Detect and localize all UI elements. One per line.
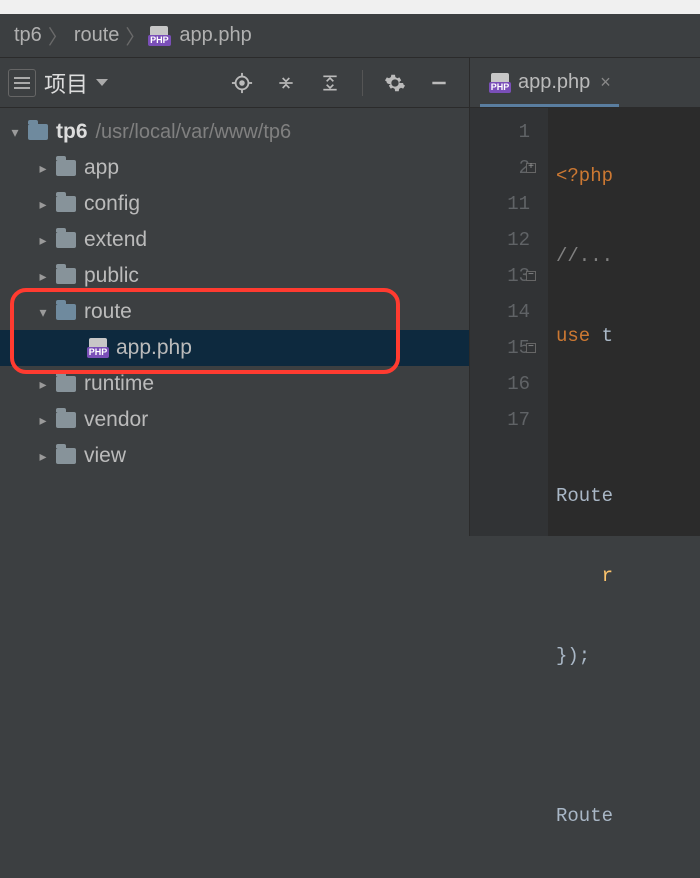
code-token: Route — [556, 805, 613, 827]
editor-tab-filename: app.php — [518, 71, 590, 94]
editor-gutter: 1 2+ 11 12 13− 14 15− 16 17 — [470, 108, 548, 536]
tree-item-label: config — [84, 192, 140, 216]
folder-icon — [28, 124, 48, 140]
main-area: ▾ tp6 /usr/local/var/www/tp6 ▸ app ▸ con… — [0, 108, 700, 536]
folder-icon — [56, 268, 76, 284]
tree-item-route[interactable]: ▾ route — [0, 294, 469, 330]
tree-item-view[interactable]: ▸ view — [0, 438, 469, 474]
tree-item-extend[interactable]: ▸ extend — [0, 222, 469, 258]
tree-item-label: vendor — [84, 408, 148, 432]
chevron-right-icon[interactable]: ▸ — [34, 268, 52, 285]
line-number: 12 — [470, 222, 530, 258]
chevron-down-icon[interactable]: ▾ — [34, 304, 52, 321]
tree-item-app[interactable]: ▸ app — [0, 150, 469, 186]
tree-item-label: public — [84, 264, 139, 288]
folder-icon — [56, 304, 76, 320]
window-titlebar — [0, 0, 700, 14]
line-number: 14 — [470, 294, 530, 330]
chevron-right-icon[interactable]: ▸ — [34, 448, 52, 465]
breadcrumb: tp6 〉 route 〉 PHP app.php — [0, 14, 700, 58]
chevron-right-icon[interactable]: ▸ — [34, 232, 52, 249]
folder-icon — [56, 376, 76, 392]
tree-root-label: tp6 — [56, 120, 88, 144]
code-content[interactable]: <?php //... use t Route r }); Route — [548, 108, 700, 536]
folder-icon — [56, 160, 76, 176]
code-token: }); — [556, 645, 590, 667]
code-editor[interactable]: 1 2+ 11 12 13− 14 15− 16 17 <?php //... … — [470, 108, 700, 536]
tree-root[interactable]: ▾ tp6 /usr/local/var/www/tp6 — [0, 114, 469, 150]
target-icon[interactable] — [224, 65, 260, 101]
toolbar-divider — [362, 70, 363, 96]
line-number: 15− — [470, 330, 530, 366]
line-number: 13− — [470, 258, 530, 294]
gear-icon[interactable] — [377, 65, 413, 101]
chevron-right-icon: 〉 — [125, 21, 145, 50]
close-icon[interactable]: × — [600, 72, 611, 93]
tree-item-label: runtime — [84, 372, 154, 396]
chevron-right-icon[interactable]: ▸ — [34, 160, 52, 177]
tree-item-runtime[interactable]: ▸ runtime — [0, 366, 469, 402]
collapse-icon[interactable] — [268, 65, 304, 101]
code-token: use — [556, 325, 590, 347]
folder-icon — [56, 448, 76, 464]
chevron-right-icon[interactable]: ▸ — [34, 196, 52, 213]
line-number: 17 — [470, 402, 530, 438]
tree-item-label: route — [84, 300, 132, 324]
line-number: 2+ — [470, 150, 530, 186]
panel-title[interactable]: 项目 — [44, 67, 88, 99]
panel-view-button[interactable] — [8, 69, 36, 97]
breadcrumb-file[interactable]: app.php — [179, 24, 251, 47]
fold-icon[interactable]: + — [526, 163, 536, 173]
code-token: r — [602, 565, 613, 587]
toolbar: 项目 — [0, 58, 700, 108]
fold-icon[interactable]: − — [526, 271, 536, 281]
code-token — [556, 565, 602, 587]
tree-item-vendor[interactable]: ▸ vendor — [0, 402, 469, 438]
chevron-right-icon[interactable]: ▸ — [34, 376, 52, 393]
editor-tab[interactable]: PHP app.php × — [480, 58, 619, 107]
php-file-icon: PHP — [86, 338, 110, 358]
tree-item-config[interactable]: ▸ config — [0, 186, 469, 222]
chevron-right-icon: 〉 — [48, 21, 68, 50]
line-number: 11 — [470, 186, 530, 222]
expand-icon[interactable] — [312, 65, 348, 101]
php-file-icon: PHP — [147, 26, 171, 46]
project-tree[interactable]: ▾ tp6 /usr/local/var/www/tp6 ▸ app ▸ con… — [0, 108, 470, 536]
folder-icon — [56, 232, 76, 248]
tree-item-label: extend — [84, 228, 147, 252]
code-token: Route — [556, 485, 613, 507]
tree-file-label: app.php — [116, 336, 192, 360]
code-token: //... — [556, 245, 613, 267]
line-number: 16 — [470, 366, 530, 402]
dropdown-arrow-icon[interactable] — [96, 79, 108, 86]
tree-item-label: app — [84, 156, 119, 180]
chevron-right-icon[interactable]: ▸ — [34, 412, 52, 429]
php-file-icon: PHP — [488, 73, 512, 93]
tree-item-public[interactable]: ▸ public — [0, 258, 469, 294]
tree-item-label: view — [84, 444, 126, 468]
folder-icon — [56, 196, 76, 212]
chevron-down-icon[interactable]: ▾ — [6, 124, 24, 141]
breadcrumb-root[interactable]: tp6 — [14, 24, 42, 47]
folder-icon — [56, 412, 76, 428]
fold-icon[interactable]: − — [526, 343, 536, 353]
code-token: <?php — [556, 165, 613, 187]
code-token: t — [590, 325, 613, 347]
tree-file-app-php[interactable]: PHP app.php — [0, 330, 469, 366]
line-number: 1 — [470, 114, 530, 150]
minimize-icon[interactable] — [421, 65, 457, 101]
tree-root-path: /usr/local/var/www/tp6 — [96, 121, 292, 144]
breadcrumb-folder[interactable]: route — [74, 24, 120, 47]
